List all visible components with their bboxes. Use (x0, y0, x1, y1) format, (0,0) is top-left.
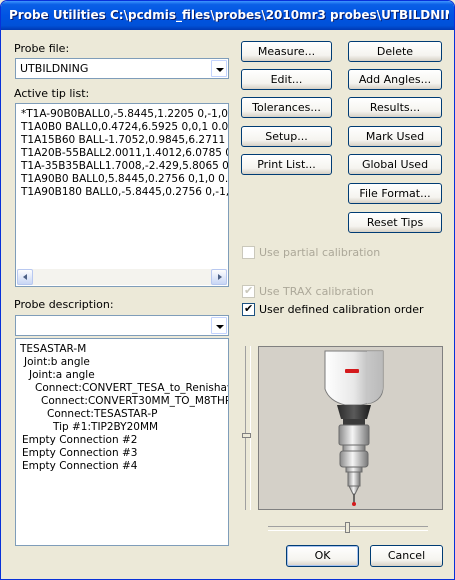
checkmark-icon: ✔ (244, 284, 254, 297)
tree-item[interactable]: Tip #1:TIP2BY20MM (53, 421, 158, 434)
edit-button[interactable]: Edit... (241, 69, 332, 90)
active-tip-list[interactable]: *T1A-90B0BALL0,-5.8445,1.2205 0,-1,0 0 T… (15, 103, 229, 287)
tip-row[interactable]: T1A0B0 BALL0,0.4724,6.5925 0,0,1 0.078 (21, 121, 228, 134)
reset-tips-button[interactable]: Reset Tips (348, 212, 442, 233)
probe-description-tree[interactable]: TESASTAR-M Joint:b angle Joint:a angle C… (15, 338, 229, 546)
results-button[interactable]: Results... (348, 97, 442, 118)
probe-led-icon (345, 369, 359, 373)
print-list-button[interactable]: Print List... (241, 154, 332, 175)
tip-row[interactable]: *T1A-90B0BALL0,-5.8445,1.2205 0,-1,0 0 (21, 108, 228, 121)
probe-description-label: Probe description: (14, 298, 114, 311)
file-format-button[interactable]: File Format... (348, 183, 442, 204)
tip-row[interactable]: T1A90B180 BALL0,-5.8445,0.2756 0,-1,0 (21, 186, 228, 199)
measure-button[interactable]: Measure... (241, 41, 332, 62)
vertical-rotation-slider[interactable] (245, 346, 251, 510)
probe-file-label: Probe file: (14, 42, 70, 55)
scroll-left-icon[interactable] (17, 269, 33, 285)
partial-calibration-checkbox[interactable] (242, 246, 255, 259)
window-title: Probe Utilities C:\pcdmis_files\probes\2… (9, 8, 449, 22)
tree-item[interactable]: Connect:CONVERT_TESA_to_Renishaw (35, 382, 228, 395)
cancel-button[interactable]: Cancel (370, 545, 443, 567)
vertical-slider-thumb[interactable] (242, 433, 251, 438)
tree-item[interactable]: Empty Connection #3 (22, 447, 137, 460)
horizontal-slider-thumb[interactable] (345, 522, 350, 533)
ok-button[interactable]: OK (286, 545, 359, 567)
chevron-down-icon[interactable] (211, 317, 227, 334)
probe-description-combo[interactable] (15, 315, 229, 336)
probe-utilities-dialog: Probe Utilities C:\pcdmis_files\probes\2… (0, 0, 455, 580)
user-defined-order-label: User defined calibration order (259, 303, 424, 316)
tree-item[interactable]: Connect:TESASTAR-P (47, 408, 157, 421)
probe-file-combo[interactable]: UTBILDNING (15, 58, 229, 79)
trax-calibration-checkbox[interactable]: ✔ (242, 284, 255, 298)
tip-row[interactable]: T1A15B60 BALL-1.7052,0.9845,6.2711 -0 (21, 134, 228, 147)
tree-item[interactable]: Joint:b angle (24, 356, 90, 369)
setup-button[interactable]: Setup... (241, 126, 332, 147)
active-tip-list-label: Active tip list: (14, 87, 90, 100)
mark-used-button[interactable]: Mark Used (348, 126, 442, 147)
probe-file-value: UTBILDNING (20, 62, 89, 75)
tree-item[interactable]: TESASTAR-M (20, 343, 86, 356)
partial-calibration-label: Use partial calibration (259, 246, 381, 259)
tree-item[interactable]: Empty Connection #2 (22, 434, 137, 447)
user-defined-order-checkbox[interactable]: ✔ (242, 302, 255, 316)
title-bar[interactable]: Probe Utilities C:\pcdmis_files\probes\2… (1, 1, 454, 30)
scroll-right-icon[interactable] (211, 269, 227, 285)
delete-button[interactable]: Delete (348, 41, 442, 62)
trax-calibration-label: Use TRAX calibration (259, 285, 374, 298)
global-used-button[interactable]: Global Used (348, 154, 442, 175)
probe-image (324, 350, 384, 506)
tip-list-hscrollbar[interactable] (17, 269, 227, 285)
tip-row[interactable]: T1A20B-55BALL2.0011,1.4012,6.0785 0.2 (21, 147, 228, 160)
tip-row[interactable]: T1A90B0 BALL0,5.8445,0.2756 0,1,0 0.07 (21, 173, 228, 186)
add-angles-button[interactable]: Add Angles... (348, 69, 442, 90)
probe-3d-viewer[interactable] (258, 346, 443, 510)
tip-row[interactable]: T1A-35B35BALL1.7008,-2.429,5.8065 0.3 (21, 160, 228, 173)
tree-item[interactable]: Joint:a angle (29, 369, 95, 382)
tolerances-button[interactable]: Tolerances... (241, 97, 332, 118)
tree-item[interactable]: Connect:CONVERT30MM_TO_M8THRD (41, 395, 228, 408)
chevron-down-icon[interactable] (211, 60, 227, 77)
tree-item[interactable]: Empty Connection #4 (22, 460, 137, 473)
checkmark-icon: ✔ (244, 302, 254, 315)
